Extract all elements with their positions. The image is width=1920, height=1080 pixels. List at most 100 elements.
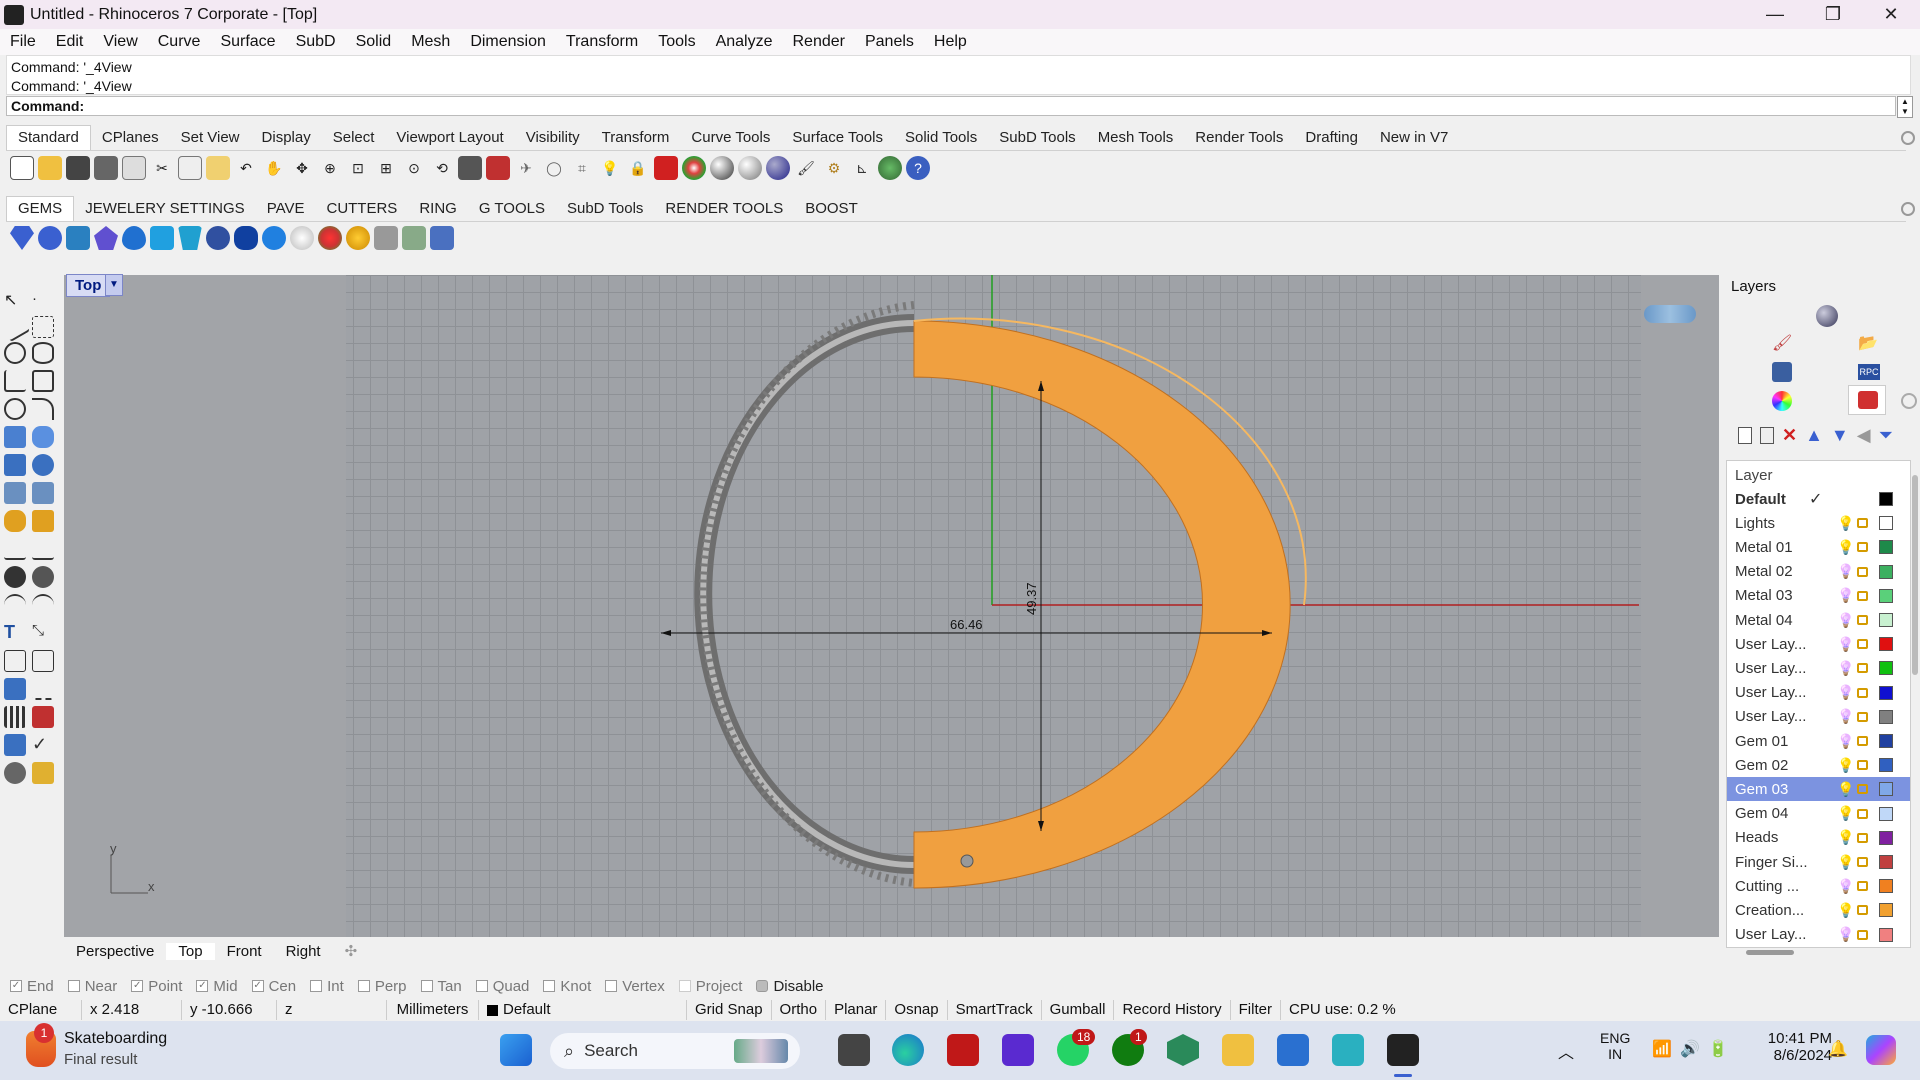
gem-pear-icon[interactable] <box>122 226 146 250</box>
clock[interactable]: 10:41 PM 8/6/2024 <box>1744 1030 1832 1064</box>
layer-lock-icon[interactable] <box>1857 832 1868 843</box>
menu-subd[interactable]: SubD <box>296 33 336 51</box>
osnap-int[interactable]: Int <box>310 978 344 995</box>
layer-row[interactable]: Metal 04 💡 <box>1727 608 1910 632</box>
cgt-app-icon[interactable] <box>1332 1034 1364 1066</box>
layer-visibility-bulb-icon[interactable]: 💡 <box>1837 757 1854 774</box>
layer-row[interactable]: Gem 03 💡 <box>1727 777 1910 802</box>
tab-perspective[interactable]: Perspective <box>64 943 166 960</box>
tab-jewelery-settings[interactable]: JEWELERY SETTINGS <box>74 197 256 221</box>
grid-snap-icon[interactable]: ⌗ <box>570 156 594 180</box>
color-tab-icon[interactable] <box>1772 391 1792 411</box>
ring-shank-metal[interactable] <box>694 314 915 874</box>
layer-lock-icon[interactable] <box>1857 736 1868 746</box>
layer-table-hscroll[interactable] <box>1746 950 1794 955</box>
mesh-icon[interactable] <box>32 482 54 504</box>
new-layer-icon[interactable] <box>1738 427 1752 444</box>
menu-view[interactable]: View <box>103 33 137 51</box>
tab-new-in-v7[interactable]: New in V7 <box>1369 126 1459 150</box>
notification-bell-icon[interactable]: 🔔 <box>1828 1039 1848 1059</box>
menu-surface[interactable]: Surface <box>220 33 275 51</box>
gem-baguette-icon[interactable] <box>178 226 202 250</box>
plugin-settings-gear-icon[interactable] <box>1901 202 1915 216</box>
material-sphere-icon[interactable] <box>710 156 734 180</box>
tab-select[interactable]: Select <box>322 126 386 150</box>
osnap-quad[interactable]: Quad <box>475 978 529 995</box>
lock-icon[interactable]: 🔒 <box>626 156 650 180</box>
menu-file[interactable]: File <box>10 33 36 51</box>
osnap-disable[interactable]: Disable <box>756 978 824 995</box>
pan-hand-icon[interactable]: ✋ <box>262 156 286 180</box>
layer-color-swatch[interactable] <box>1879 903 1893 918</box>
gem-sphere-icon[interactable] <box>262 226 286 250</box>
layer-visibility-bulb-icon[interactable]: 💡 <box>1837 805 1854 822</box>
layer-row[interactable]: Heads 💡 <box>1727 826 1910 850</box>
menu-transform[interactable]: Transform <box>566 33 638 51</box>
car-icon[interactable] <box>486 156 510 180</box>
brush-icon[interactable]: 🖌 <box>794 156 818 180</box>
menu-solid[interactable]: Solid <box>356 33 392 51</box>
four-view-icon[interactable] <box>458 156 482 180</box>
move-icon[interactable] <box>4 538 26 560</box>
menu-tools[interactable]: Tools <box>658 33 695 51</box>
layer-color-swatch[interactable] <box>1879 806 1893 821</box>
tab-solid-tools[interactable]: Solid Tools <box>894 126 988 150</box>
analyze-icon[interactable] <box>4 734 26 756</box>
grid-array-icon[interactable] <box>4 706 26 728</box>
menu-dimension[interactable]: Dimension <box>470 33 546 51</box>
layer-color-swatch[interactable] <box>1879 516 1893 531</box>
save-icon[interactable] <box>66 156 90 180</box>
layer-row[interactable]: Metal 03 💡 <box>1727 584 1910 608</box>
viewport-menu-dropdown[interactable]: ▼ <box>105 274 123 296</box>
tab-drafting[interactable]: Drafting <box>1294 126 1369 150</box>
align-icon[interactable] <box>32 538 54 560</box>
layer-row[interactable]: Gem 04 💡 <box>1727 802 1910 826</box>
tab-render-tools[interactable]: Render Tools <box>1184 126 1294 150</box>
gem-setting-icon[interactable] <box>206 226 230 250</box>
block-icon[interactable] <box>32 650 54 672</box>
layer-visibility-bulb-icon[interactable]: 💡 <box>1837 539 1854 556</box>
tab-front[interactable]: Front <box>215 943 274 960</box>
current-layer[interactable]: Default <box>479 1000 687 1020</box>
gem-pentagon-icon[interactable] <box>94 226 118 250</box>
check-icon[interactable]: ✓ <box>32 734 54 756</box>
rendered-sphere-icon[interactable] <box>766 156 790 180</box>
layer-color-swatch[interactable] <box>1879 540 1893 555</box>
menu-panels[interactable]: Panels <box>865 33 914 51</box>
gem-studio-icon[interactable] <box>402 226 426 250</box>
gem-emerald-icon[interactable] <box>150 226 174 250</box>
copy-icon[interactable] <box>178 156 202 180</box>
edge-browser-icon[interactable] <box>892 1034 924 1066</box>
gem-round-icon[interactable] <box>38 226 62 250</box>
menu-render[interactable]: Render <box>793 33 845 51</box>
render-preview-icon[interactable]: ✈ <box>514 156 538 180</box>
layer-lock-icon[interactable] <box>1857 687 1868 698</box>
gem-cluster-icon[interactable] <box>318 226 342 250</box>
layer-table-vscroll[interactable] <box>1912 475 1918 675</box>
array-icon[interactable] <box>4 678 26 700</box>
layer-visibility-bulb-icon[interactable]: 💡 <box>1837 708 1854 725</box>
move-layer-down-icon[interactable]: ▼ <box>1831 425 1849 446</box>
pave-gems-row[interactable] <box>699 301 915 887</box>
rotate-view-icon[interactable]: ✥ <box>290 156 314 180</box>
layer-visibility-bulb-icon[interactable]: 💡 <box>1837 612 1854 629</box>
model-canvas[interactable] <box>64 275 1719 937</box>
globe-icon[interactable] <box>878 156 902 180</box>
gem-report-icon[interactable] <box>430 226 454 250</box>
tab-ring[interactable]: RING <box>408 197 468 221</box>
tab-transform[interactable]: Transform <box>591 126 681 150</box>
osnap-knot[interactable]: Knot <box>543 978 591 995</box>
tab-curve-tools[interactable]: Curve Tools <box>680 126 781 150</box>
layer-row[interactable]: User Lay... 💡 <box>1727 656 1910 680</box>
layer-visibility-bulb-icon[interactable]: 💡 <box>1837 926 1854 943</box>
osnap-point[interactable]: ✓ Point <box>131 978 182 995</box>
export-icon[interactable] <box>122 156 146 180</box>
cut-icon[interactable]: ✂ <box>150 156 174 180</box>
undo-icon[interactable]: ↶ <box>234 156 258 180</box>
maximize-button[interactable]: ❐ <box>1804 0 1862 29</box>
layer-row[interactable]: Creation... 💡 <box>1727 898 1910 922</box>
flow-icon[interactable] <box>32 594 54 616</box>
tab-standard[interactable]: Standard <box>6 125 91 150</box>
rpc-tab-icon[interactable]: RPC <box>1858 364 1880 380</box>
osnap-end[interactable]: ✓ End <box>10 978 54 995</box>
